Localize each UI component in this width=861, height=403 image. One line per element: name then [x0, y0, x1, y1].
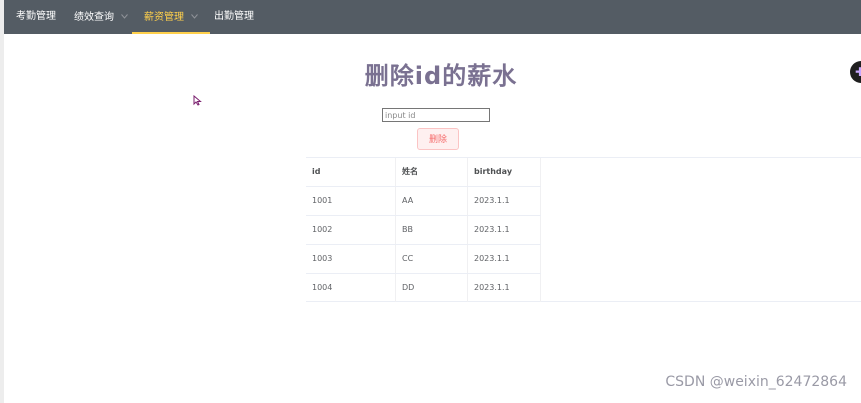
- column-header-id[interactable]: id: [306, 158, 396, 186]
- window-edge: [0, 0, 4, 403]
- cell-id: 1001: [306, 187, 396, 215]
- cell-name: AA: [396, 187, 468, 215]
- floating-plus-button[interactable]: ✚: [850, 61, 861, 83]
- table-row[interactable]: 1001 AA 2023.1.1: [306, 187, 541, 216]
- page-title: 删除id的薪水: [364, 62, 518, 90]
- active-tab-indicator: [132, 32, 211, 34]
- table-header-row: id 姓名 birthday: [306, 158, 541, 187]
- plus-icon: ✚: [855, 65, 861, 79]
- top-navbar: 考勤管理 绩效查询 薪资管理 出勤管理: [4, 0, 861, 34]
- nav-item-check-in[interactable]: 出勤管理: [214, 0, 254, 34]
- nav-item-performance[interactable]: 绩效查询: [74, 0, 129, 34]
- nav-item-label: 薪资管理: [144, 12, 184, 23]
- cell-birthday: 2023.1.1: [468, 245, 541, 273]
- cell-id: 1004: [306, 274, 396, 302]
- id-input[interactable]: [382, 108, 490, 122]
- column-header-birthday[interactable]: birthday: [468, 158, 541, 186]
- salary-table: id 姓名 birthday 1001 AA 2023.1.1 1002 BB …: [306, 157, 861, 302]
- mouse-cursor-icon: [193, 95, 202, 106]
- table-row[interactable]: 1004 DD 2023.1.1: [306, 274, 541, 303]
- cell-id: 1003: [306, 245, 396, 273]
- cell-name: DD: [396, 274, 468, 302]
- nav-item-label: 绩效查询: [74, 12, 114, 23]
- nav-item-label: 考勤管理: [16, 11, 56, 22]
- nav-item-salary[interactable]: 薪资管理: [132, 0, 211, 34]
- delete-button[interactable]: 删除: [417, 128, 459, 150]
- nav-item-attendance[interactable]: 考勤管理: [16, 0, 56, 34]
- table-row[interactable]: 1003 CC 2023.1.1: [306, 245, 541, 274]
- watermark: CSDN @weixin_62472864: [665, 374, 847, 390]
- cell-name: BB: [396, 216, 468, 244]
- cell-birthday: 2023.1.1: [468, 274, 541, 302]
- nav-item-label: 出勤管理: [214, 11, 254, 22]
- table-row[interactable]: 1002 BB 2023.1.1: [306, 216, 541, 245]
- cell-birthday: 2023.1.1: [468, 216, 541, 244]
- chevron-down-icon: [191, 0, 199, 34]
- cell-id: 1002: [306, 216, 396, 244]
- cell-name: CC: [396, 245, 468, 273]
- chevron-down-icon: [121, 0, 129, 34]
- cell-birthday: 2023.1.1: [468, 187, 541, 215]
- column-header-name[interactable]: 姓名: [396, 158, 468, 186]
